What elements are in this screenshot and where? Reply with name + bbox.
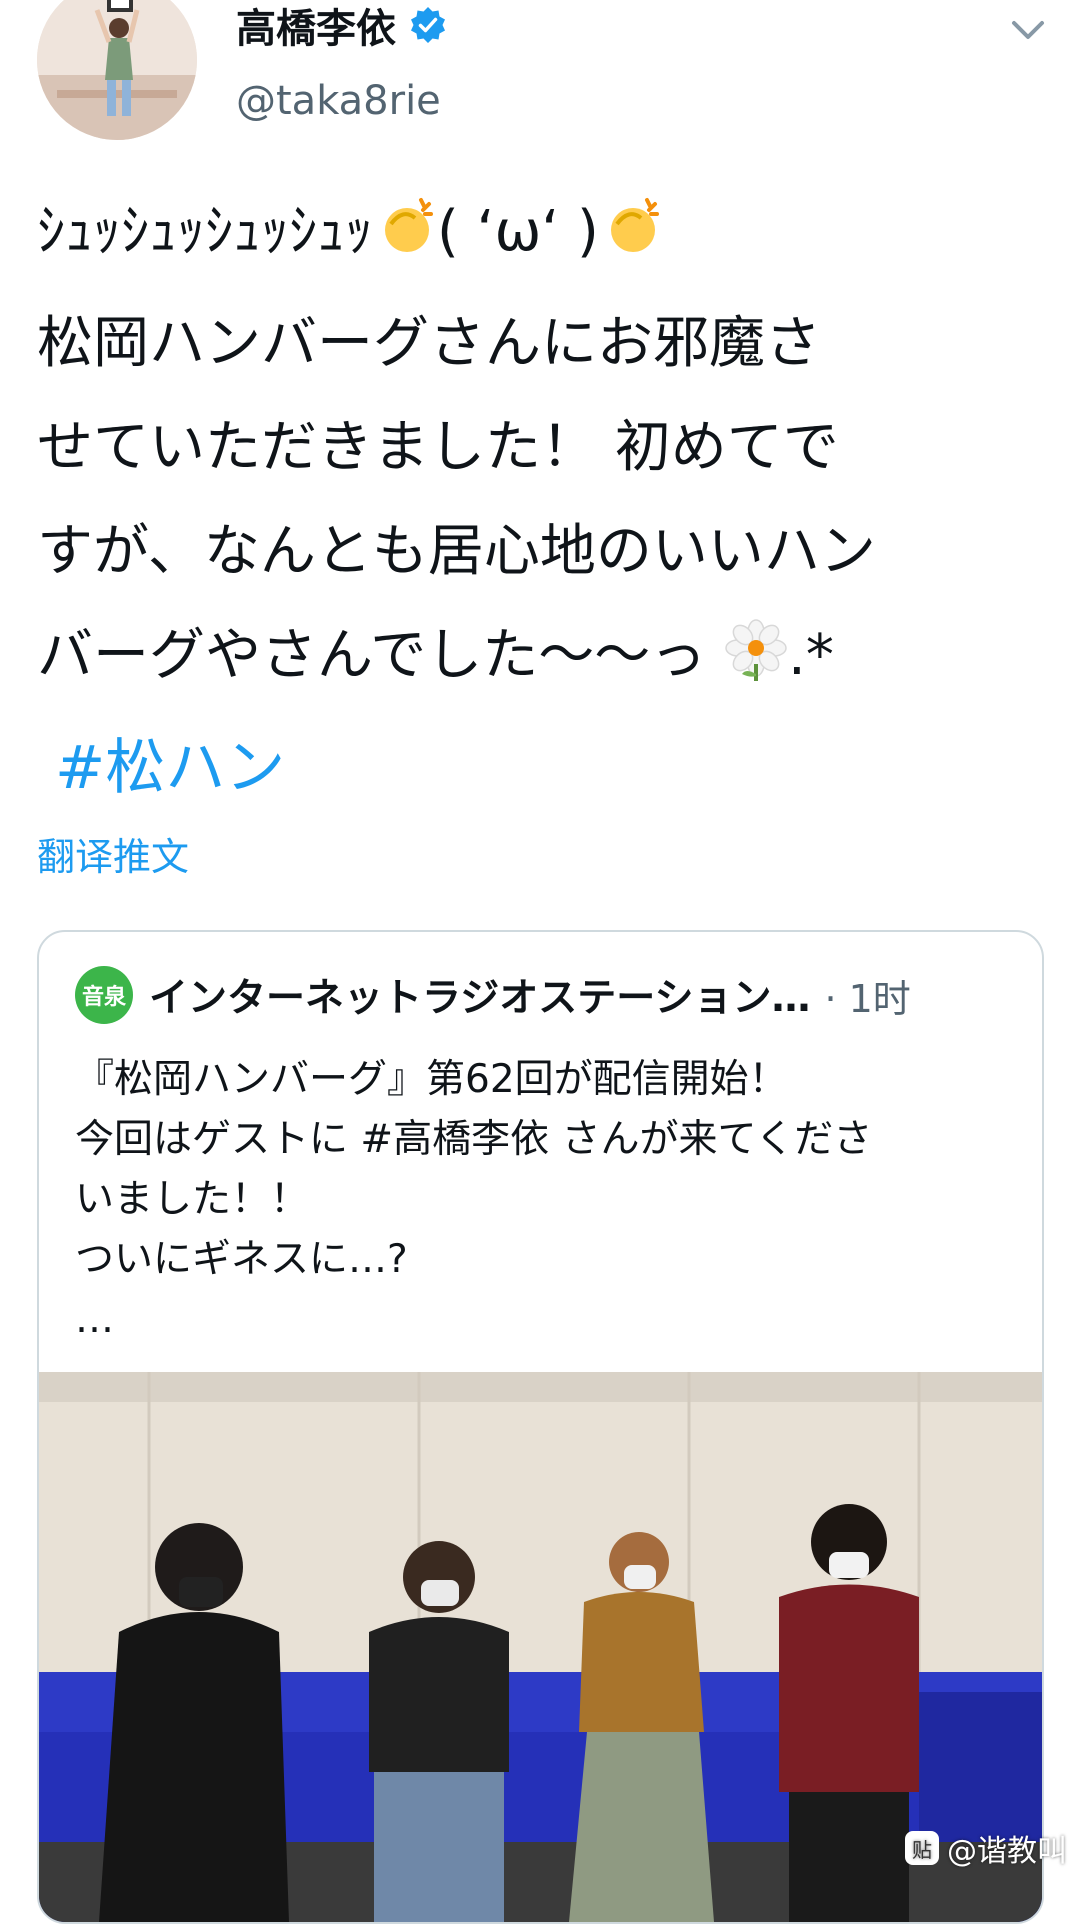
tweet-line: ｼｭｯｼｭｯｼｭｯｼｭｯ ( ʻωʻ ) [37,180,1047,292]
quoted-line: ついにギネスに…? [75,1237,408,1282]
quoted-tweet-header: 音泉 インターネットラジオステーション… · 1时 [75,966,1035,1024]
quoted-account-name[interactable]: インターネットラジオステーション… [149,967,810,1023]
quoted-tweet-text: 『松岡ハンバーグ』第62回が配信開始！ 今回はゲストに #高橋李依 さんが来てく… [75,1050,1005,1350]
quoted-timestamp: · 1时 [824,976,911,1021]
tweet-line-text: ｼｭｯｼｭｯｼｭｯｼｭｯ [37,199,373,264]
display-name-text: 高橋李依 [236,6,396,52]
tweet-line-text: .* [788,623,834,688]
hashtag-link[interactable]: #松ハン [55,716,1047,820]
quoted-line: … [75,1297,114,1342]
station-logo-icon: 音泉 [75,966,133,1024]
tweet-line-text: ( ʻωʻ ) [437,199,599,264]
tweet-line: バーグやさんでした〜〜っ .* [37,604,1047,716]
quoted-line: 『松岡ハンバーグ』第62回が配信開始！ [75,1057,788,1102]
tweet-line: すが、なんとも居心地のいいハン [37,519,876,584]
clapping-hands-icon [599,188,663,292]
chevron-down-icon[interactable] [1006,10,1050,50]
quoted-line: いました！！ [75,1177,310,1222]
quoted-line: 今回はゲストに #高橋李依 さんが来てくださ [75,1117,873,1162]
verified-badge-icon [408,5,448,45]
author-display-name[interactable]: 高橋李依 [236,0,448,52]
author-avatar[interactable] [37,0,197,140]
tweet-line-text: バーグやさんでした〜〜っ [37,623,707,688]
tweet-text: ｼｭｯｼｭｯｼｭｯｼｭｯ ( ʻωʻ ) 松岡ハンバーグさんにお邪魔さ せていた… [37,180,1047,820]
clapping-hands-icon [373,188,437,292]
quoted-tweet-card[interactable]: 音泉 インターネットラジオステーション… · 1时 『松岡ハンバーグ』第62回が… [37,930,1044,1924]
watermark: 贴 @谐教叫 [905,1826,1067,1870]
author-handle[interactable]: @taka8rie [236,78,441,124]
tieba-logo-icon: 贴 [905,1831,939,1865]
flower-icon [724,612,788,716]
translate-tweet-link[interactable]: 翻译推文 [37,826,189,881]
quoted-tweet-photo[interactable] [39,1372,1042,1922]
watermark-text: @谐教叫 [947,1834,1067,1869]
tweet-line: せていただきました！ 初めてで [37,415,839,480]
tweet-line: 松岡ハンバーグさんにお邪魔さ [37,311,821,376]
